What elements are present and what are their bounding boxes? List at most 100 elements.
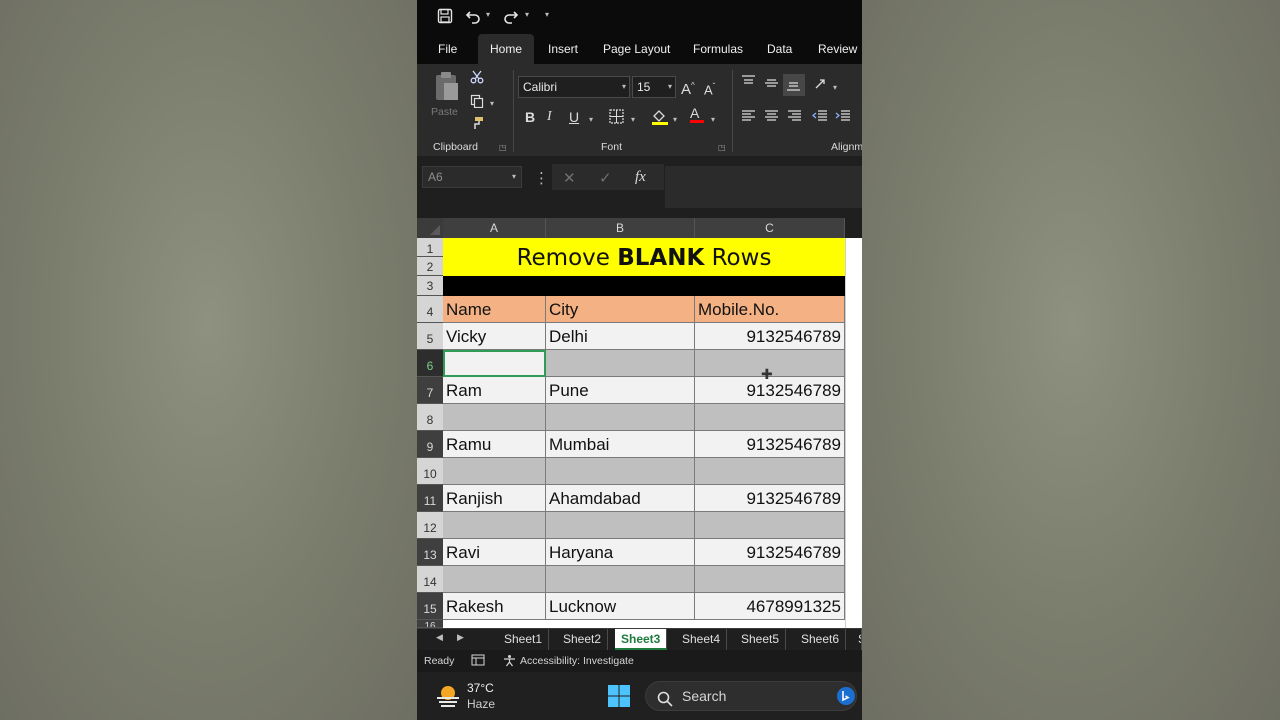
top-align-icon[interactable]: [741, 74, 756, 92]
selected-cell-a6[interactable]: [443, 350, 546, 377]
row-header-6[interactable]: 6: [417, 350, 443, 377]
weather-condition[interactable]: Haze: [467, 697, 495, 711]
table-cell[interactable]: [695, 512, 845, 539]
table-cell[interactable]: Haryana: [546, 539, 695, 566]
redo-icon[interactable]: [503, 8, 519, 29]
clipboard-launcher-icon[interactable]: ◳: [499, 143, 507, 152]
row-header-14[interactable]: 14: [417, 566, 443, 593]
cancel-icon[interactable]: ✕: [563, 169, 576, 187]
font-color-dropdown-icon[interactable]: ▾: [711, 112, 715, 128]
row-header-15[interactable]: 15: [417, 593, 443, 620]
table-cell[interactable]: 9132546789: [695, 539, 845, 566]
sheet-tab-3[interactable]: Sheet3: [615, 629, 668, 650]
fill-color-dropdown-icon[interactable]: ▾: [673, 112, 677, 128]
sheet-tab-2[interactable]: Sheet2: [557, 629, 609, 650]
borders-icon[interactable]: [609, 109, 624, 128]
increase-font-size-icon[interactable]: A^: [681, 78, 695, 98]
header-cell-name[interactable]: Name: [443, 296, 546, 323]
table-cell[interactable]: 9132546789: [695, 431, 845, 458]
row-header-1[interactable]: 1: [417, 238, 443, 257]
table-cell[interactable]: Vicky: [443, 323, 546, 350]
row-header-11[interactable]: 11: [417, 485, 443, 512]
row-header-13[interactable]: 13: [417, 539, 443, 566]
tab-file[interactable]: File: [438, 34, 457, 64]
header-cell-mobile[interactable]: Mobile.No.: [695, 296, 845, 323]
scroll-right-icon[interactable]: ▶: [457, 632, 464, 643]
table-cell[interactable]: [443, 458, 546, 485]
orientation-icon[interactable]: [814, 78, 830, 96]
bold-icon[interactable]: B: [525, 109, 535, 125]
orientation-dropdown-icon[interactable]: ▾: [833, 80, 837, 96]
table-cell[interactable]: Delhi: [546, 323, 695, 350]
row-3-black-band[interactable]: [443, 276, 845, 296]
formula-input[interactable]: [665, 166, 862, 208]
tab-insert[interactable]: Insert: [548, 34, 578, 64]
table-cell[interactable]: Rakesh: [443, 593, 546, 620]
table-cell[interactable]: Pune: [546, 377, 695, 404]
undo-dropdown-icon[interactable]: ▾: [486, 10, 490, 19]
column-header-c[interactable]: C: [695, 218, 845, 238]
windows-start-icon[interactable]: [607, 684, 631, 713]
table-cell[interactable]: Ahamdabad: [546, 485, 695, 512]
table-cell[interactable]: Lucknow: [546, 593, 695, 620]
align-left-icon[interactable]: [741, 109, 756, 127]
table-cell[interactable]: [695, 458, 845, 485]
middle-align-icon[interactable]: [764, 76, 779, 94]
accessibility-status[interactable]: Accessibility: Investigate: [520, 655, 634, 667]
table-cell[interactable]: [695, 566, 845, 593]
weather-haze-icon[interactable]: [435, 684, 461, 713]
scroll-left-icon[interactable]: ◀: [436, 632, 443, 643]
table-cell[interactable]: [546, 566, 695, 593]
worksheet-grid[interactable]: A B C 1 2 3 4 5 6 7 8 9 10 11 12 13 14 1…: [417, 218, 862, 628]
font-size-dropdown[interactable]: 15 ▾: [632, 76, 676, 98]
enter-icon[interactable]: ✓: [599, 169, 612, 187]
paste-icon[interactable]: [433, 70, 461, 106]
select-all-corner[interactable]: [417, 218, 443, 238]
name-box[interactable]: A6 ▾: [422, 166, 522, 188]
row-header-16[interactable]: 16: [417, 620, 443, 628]
copy-icon[interactable]: [470, 94, 484, 112]
column-d-strip[interactable]: [845, 238, 862, 628]
table-cell[interactable]: [546, 350, 695, 377]
table-cell[interactable]: Ramu: [443, 431, 546, 458]
italic-icon[interactable]: I: [547, 109, 552, 125]
row-header-4[interactable]: 4: [417, 296, 443, 323]
more-options-icon[interactable]: ⋮: [534, 169, 549, 187]
table-cell[interactable]: 9132546789: [695, 485, 845, 512]
row-header-9[interactable]: 9: [417, 431, 443, 458]
table-cell[interactable]: Mumbai: [546, 431, 695, 458]
bing-icon[interactable]: [836, 686, 856, 715]
bottom-align-icon[interactable]: [783, 74, 805, 96]
row-header-5[interactable]: 5: [417, 323, 443, 350]
undo-icon[interactable]: [465, 8, 481, 29]
sheet-tab-4[interactable]: Sheet4: [676, 629, 728, 650]
row-header-3[interactable]: 3: [417, 276, 443, 296]
sheet-tab-overflow[interactable]: S: [854, 629, 862, 650]
sheet-tab-6[interactable]: Sheet6: [795, 629, 847, 650]
accessibility-icon[interactable]: [503, 654, 516, 670]
align-center-icon[interactable]: [764, 109, 779, 127]
sheet-title[interactable]: Remove BLANK Rows: [443, 238, 845, 276]
align-right-icon[interactable]: [787, 109, 802, 127]
table-cell[interactable]: Ranjish: [443, 485, 546, 512]
borders-dropdown-icon[interactable]: ▾: [631, 112, 635, 128]
table-cell[interactable]: [546, 404, 695, 431]
font-name-dropdown[interactable]: Calibri ▾: [518, 76, 630, 98]
chevron-down-icon[interactable]: ▾: [545, 10, 549, 19]
redo-dropdown-icon[interactable]: ▾: [525, 10, 529, 19]
font-color-icon[interactable]: A: [690, 106, 704, 123]
row-header-10[interactable]: 10: [417, 458, 443, 485]
decrease-font-size-icon[interactable]: Aˇ: [704, 79, 715, 98]
table-cell[interactable]: Ram: [443, 377, 546, 404]
column-header-a[interactable]: A: [443, 218, 546, 238]
tab-home[interactable]: Home: [478, 34, 535, 64]
table-cell[interactable]: [546, 458, 695, 485]
format-painter-icon[interactable]: [470, 116, 484, 134]
row-header-8[interactable]: 8: [417, 404, 443, 431]
row-header-12[interactable]: 12: [417, 512, 443, 539]
table-cell[interactable]: [443, 512, 546, 539]
table-cell[interactable]: [443, 566, 546, 593]
tab-formulas[interactable]: Formulas: [693, 34, 743, 64]
column-header-b[interactable]: B: [546, 218, 695, 238]
taskbar-search[interactable]: Search: [645, 681, 857, 711]
